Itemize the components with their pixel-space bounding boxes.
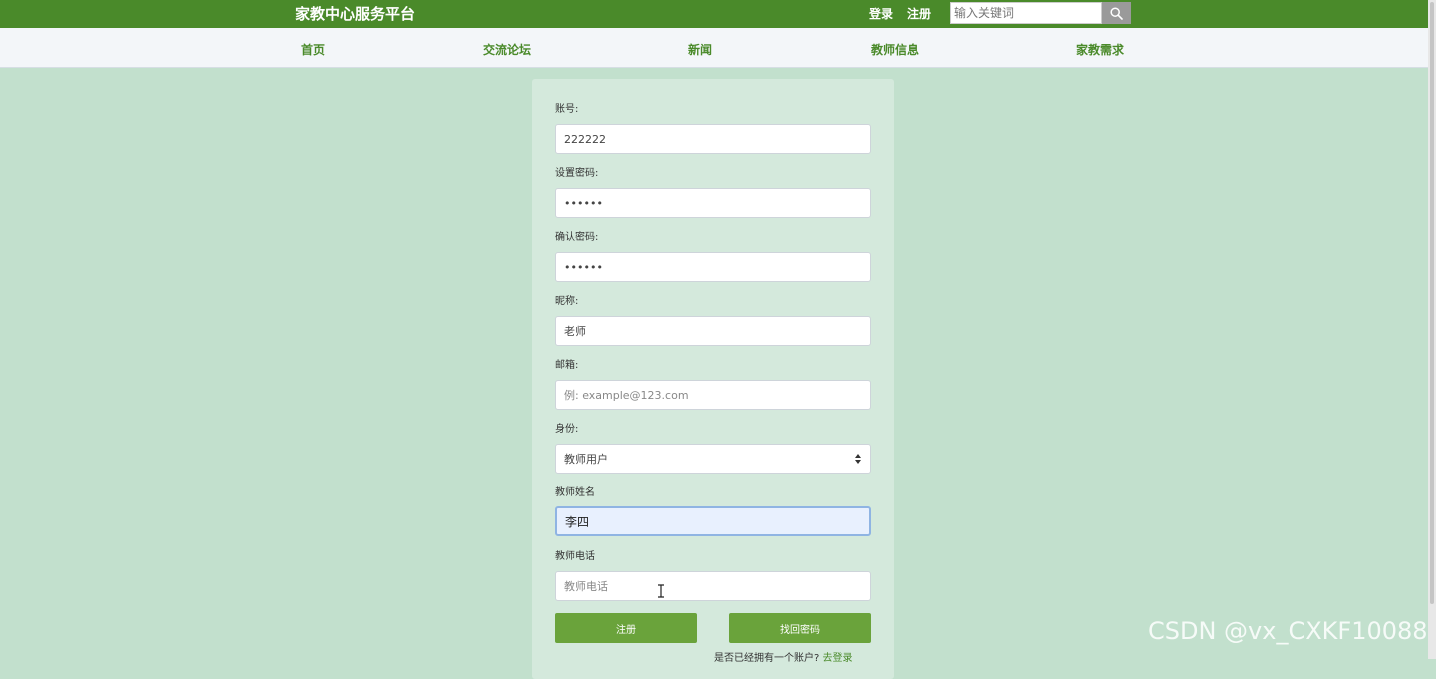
text-cursor-icon <box>658 584 664 598</box>
have-account-prompt: 是否已经拥有一个账户? 去登录 <box>714 652 853 666</box>
register-button[interactable]: 注册 <box>555 613 697 643</box>
email-label: 邮箱: <box>555 360 579 371</box>
select-arrows-icon <box>855 454 861 464</box>
register-form-panel: 账号: 设置密码: 确认密码: 昵称: 邮箱: 身份: 教师用户 教师姓名 教师… <box>532 79 894 679</box>
nav-news[interactable]: 新闻 <box>688 42 712 58</box>
search-button[interactable] <box>1102 2 1131 24</box>
confirm-password-label: 确认密码: <box>555 232 599 243</box>
teacher-phone-input[interactable] <box>555 571 871 601</box>
role-select[interactable]: 教师用户 <box>555 444 871 474</box>
register-link[interactable]: 注册 <box>907 6 931 22</box>
scrollbar-thumb[interactable] <box>1430 2 1434 604</box>
password-label: 设置密码: <box>555 168 599 179</box>
nickname-input[interactable] <box>555 316 871 346</box>
login-link[interactable]: 登录 <box>869 6 893 22</box>
confirm-password-input[interactable] <box>555 252 871 282</box>
site-brand-title: 家教中心服务平台 <box>295 5 416 23</box>
recover-password-button[interactable]: 找回密码 <box>729 613 871 643</box>
nav-teacher-info[interactable]: 教师信息 <box>871 42 919 58</box>
account-label: 账号: <box>555 104 579 115</box>
teacher-name-input[interactable] <box>555 506 871 536</box>
teacher-name-label: 教师姓名 <box>555 487 595 498</box>
account-input[interactable] <box>555 124 871 154</box>
role-select-value: 教师用户 <box>564 453 608 466</box>
nav-home[interactable]: 首页 <box>301 42 325 58</box>
teacher-phone-label: 教师电话 <box>555 551 595 562</box>
search-input[interactable] <box>950 2 1102 24</box>
nav-tutoring-demand[interactable]: 家教需求 <box>1076 42 1124 58</box>
top-header-bar: 家教中心服务平台 登录 注册 <box>0 0 1428 28</box>
role-label: 身份: <box>555 424 579 435</box>
nav-forum[interactable]: 交流论坛 <box>483 42 531 58</box>
password-input[interactable] <box>555 188 871 218</box>
csdn-watermark: CSDN @vx_CXKF10088 <box>1148 617 1428 645</box>
main-navigation: 首页 交流论坛 新闻 教师信息 家教需求 <box>0 28 1428 68</box>
nickname-label: 昵称: <box>555 296 579 307</box>
email-input[interactable] <box>555 380 871 410</box>
search-icon <box>1110 6 1123 20</box>
